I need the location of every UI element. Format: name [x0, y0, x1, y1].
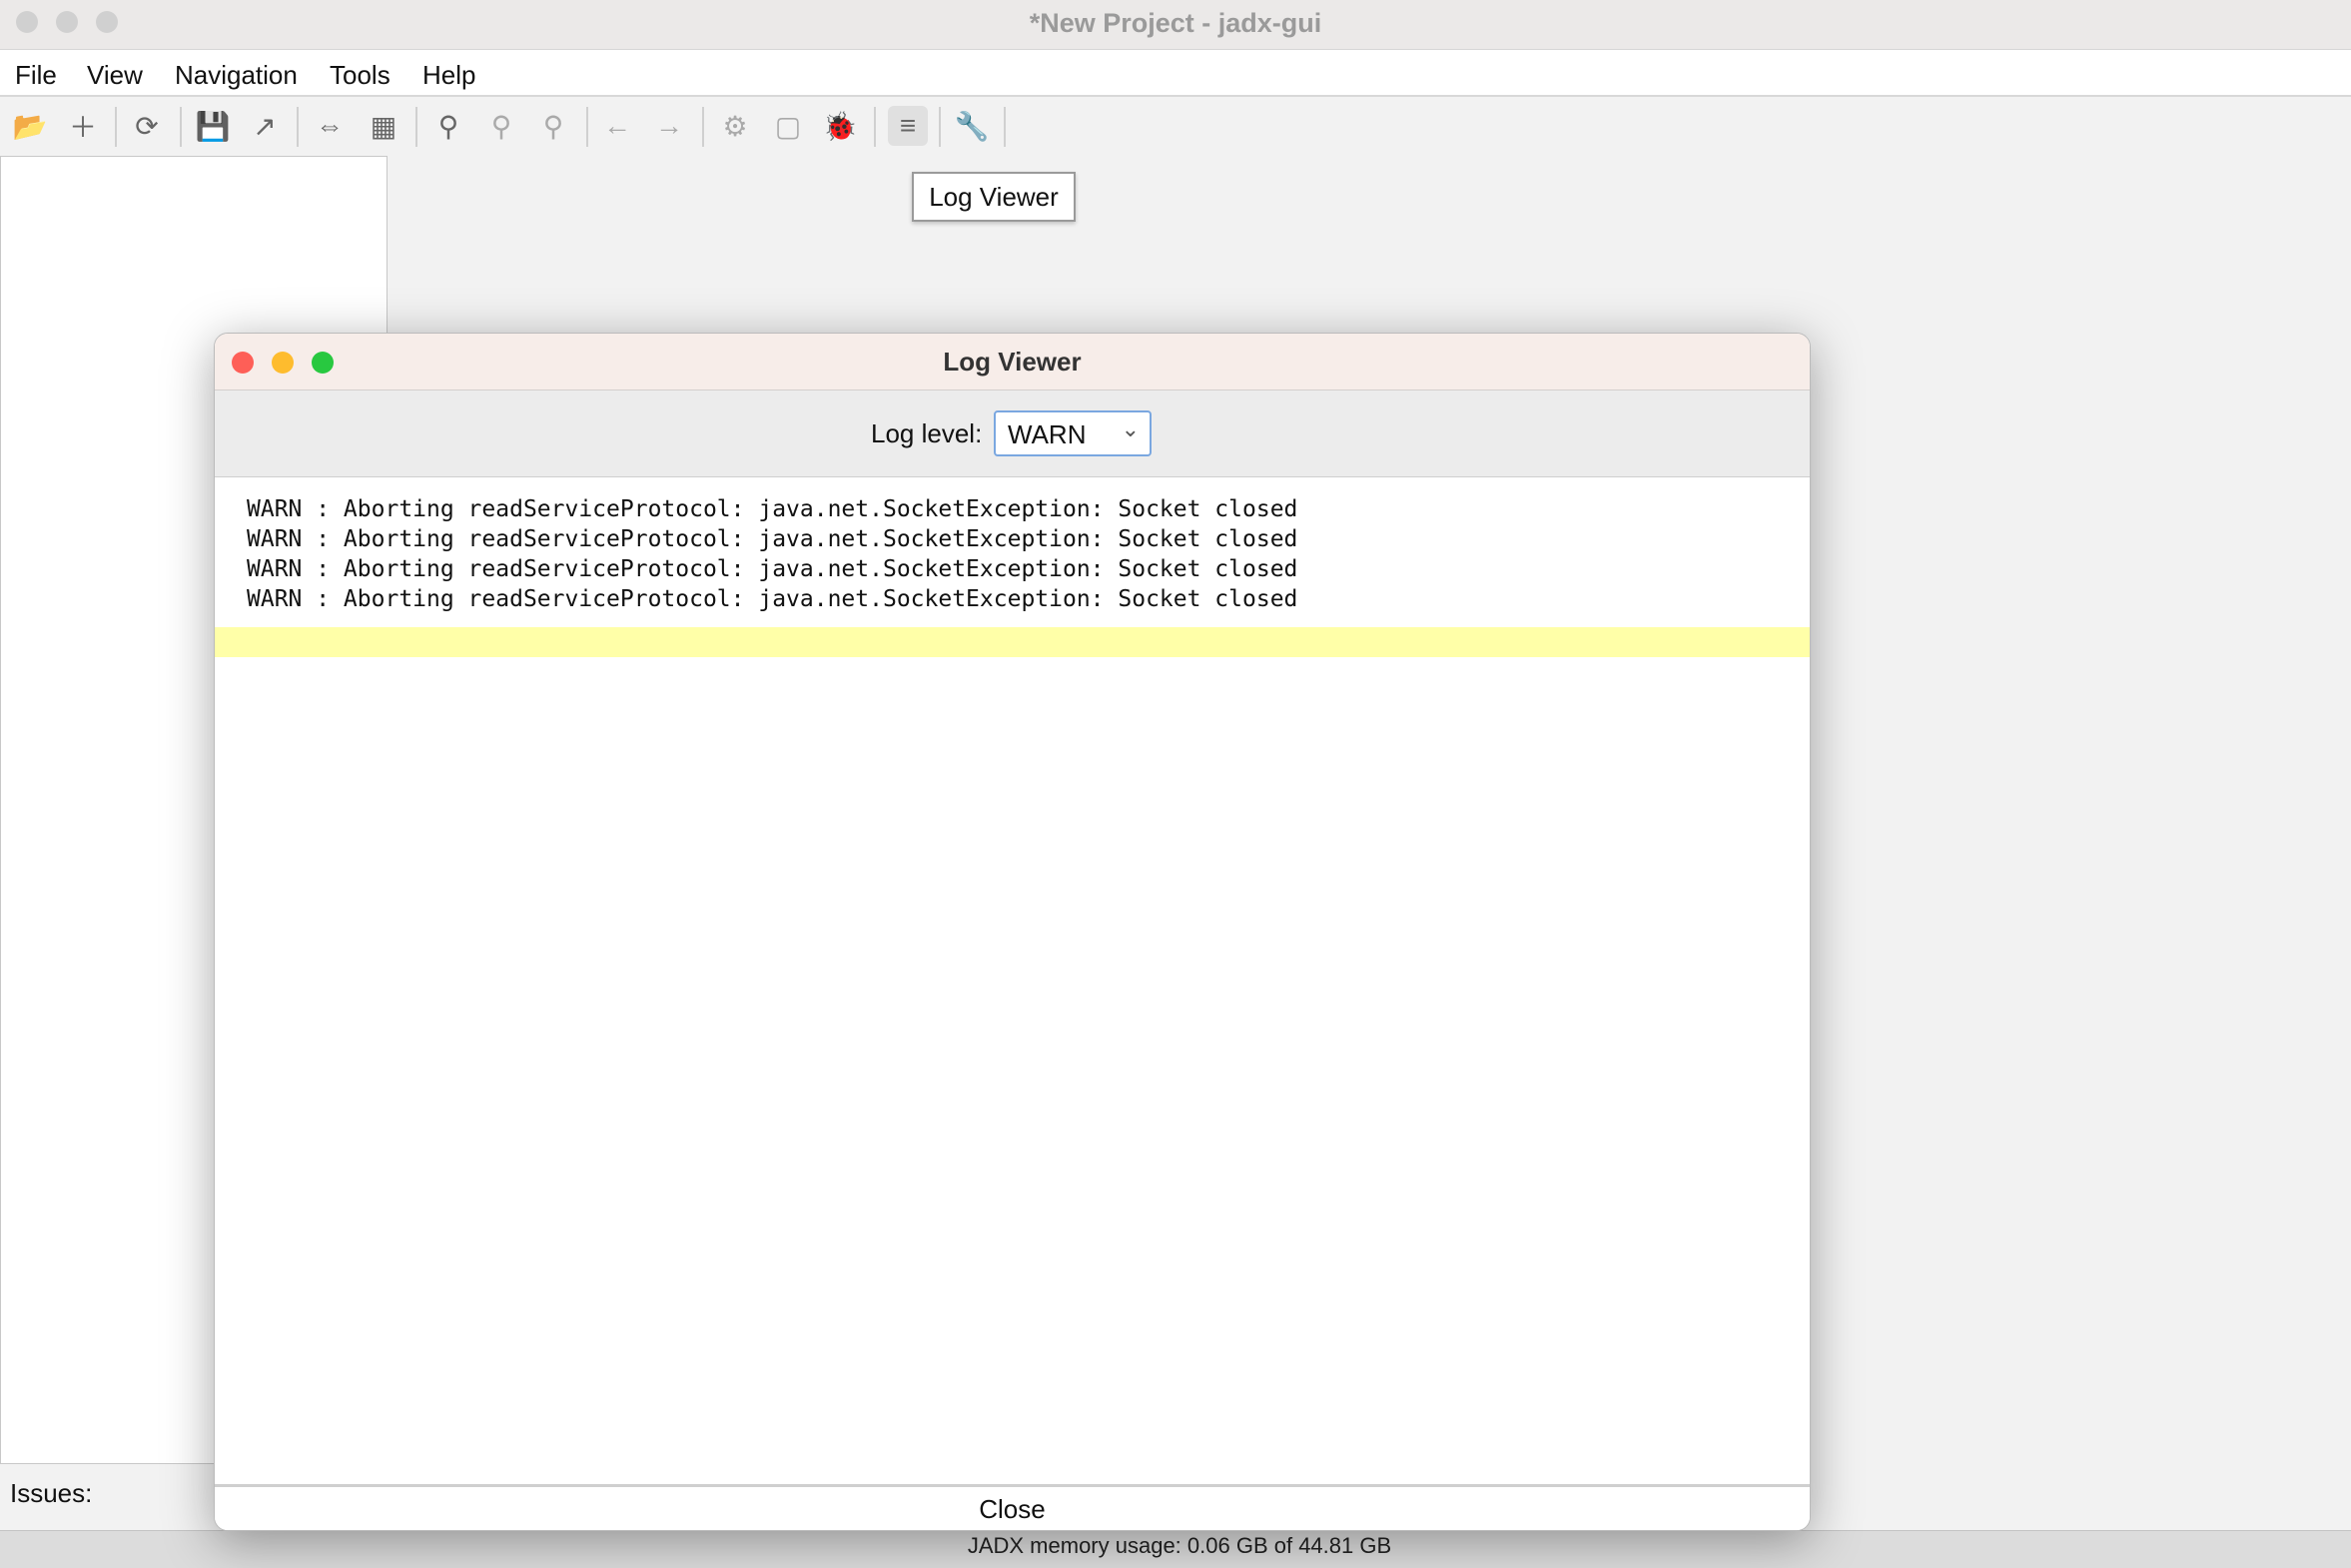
toolbar-separator [1004, 107, 1006, 147]
find-class-icon[interactable]: ⚲ [484, 109, 518, 143]
memory-usage: JADX memory usage: 0.06 GB of 44.81 GB [967, 1533, 1392, 1558]
toolbar-separator [874, 107, 876, 147]
toolbar-separator [702, 107, 704, 147]
chevron-down-icon: ⌄ [1121, 416, 1140, 441]
toolbar-separator [180, 107, 182, 147]
menu-bar: File View Navigation Tools Help [0, 50, 2351, 97]
log-viewer-dialog: Log Viewer Log level: WARN ⌄ WARN : Abor… [214, 333, 1811, 1531]
menu-tools[interactable]: Tools [330, 60, 391, 91]
dialog-title-bar: Log Viewer [215, 334, 1810, 391]
back-icon[interactable]: ← [600, 109, 634, 143]
debugger-bug-icon[interactable]: 🐞 [823, 109, 858, 143]
preferences-wrench-icon[interactable]: 🔧 [955, 109, 990, 143]
menu-help[interactable]: Help [422, 60, 475, 91]
toolbar-separator [939, 107, 941, 147]
export-icon[interactable]: ↗ [248, 109, 282, 143]
dialog-title: Log Viewer [943, 347, 1082, 377]
add-file-icon[interactable]: ＋ [66, 109, 100, 143]
log-level-select[interactable]: WARN ⌄ [994, 410, 1152, 456]
toolbar-separator [297, 107, 299, 147]
log-line: WARN : Aborting readServiceProtocol: jav… [247, 586, 1298, 612]
tooltip: Log Viewer [912, 172, 1076, 222]
toolbar-separator [115, 107, 117, 147]
current-line-highlight [215, 627, 1810, 657]
log-line: WARN : Aborting readServiceProtocol: jav… [247, 556, 1298, 582]
deobfuscation-icon[interactable]: ⚙ [718, 109, 752, 143]
title-bar: *New Project - jadx-gui [0, 0, 2351, 50]
menu-view[interactable]: View [87, 60, 143, 91]
log-text-area[interactable]: WARN : Aborting readServiceProtocol: jav… [215, 477, 1810, 1484]
menu-navigation[interactable]: Navigation [175, 60, 298, 91]
window-title: *New Project - jadx-gui [1029, 8, 1322, 38]
issues-label: Issues: [10, 1478, 93, 1508]
toolbar: 📂 ＋ ⟳ 💾 ↗ ⇔ ▦ ⚲ ⚲ ⚲ ← → ⚙ ▢ 🐞 ≡ 🔧 [0, 97, 2351, 156]
search-icon[interactable]: ⚲ [431, 109, 465, 143]
log-line: WARN : Aborting readServiceProtocol: jav… [247, 526, 1298, 552]
log-level-row: Log level: WARN ⌄ [215, 391, 1810, 477]
quark-icon[interactable]: ▢ [771, 109, 805, 143]
log-line: WARN : Aborting readServiceProtocol: jav… [247, 496, 1298, 522]
close-button[interactable]: Close [215, 1484, 1810, 1530]
open-folder-icon[interactable]: 📂 [13, 109, 48, 143]
find-usage-icon[interactable]: ⚲ [536, 109, 570, 143]
flatten-packages-icon[interactable]: ▦ [367, 109, 400, 143]
menu-file[interactable]: File [15, 60, 57, 91]
save-icon[interactable]: 💾 [196, 109, 231, 143]
log-level-label: Log level: [871, 418, 983, 448]
log-viewer-icon[interactable]: ≡ [888, 106, 928, 146]
forward-icon[interactable]: → [652, 109, 686, 143]
sync-tree-icon[interactable]: ⇔ [313, 109, 347, 143]
toolbar-separator [586, 107, 588, 147]
reload-icon[interactable]: ⟳ [130, 109, 164, 143]
log-level-value: WARN [1008, 419, 1087, 449]
toolbar-separator [415, 107, 417, 147]
